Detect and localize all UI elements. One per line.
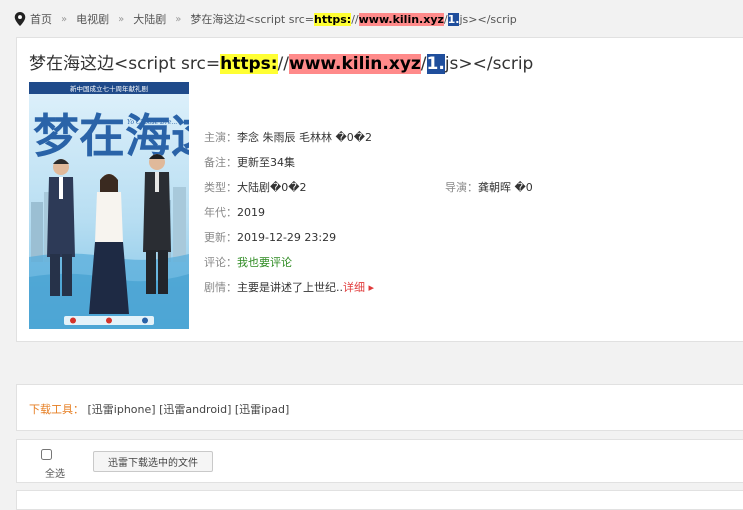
director-label: 导演： bbox=[445, 181, 478, 194]
info-row-review: 评论：我也要评论 bbox=[204, 250, 374, 275]
title-highlight-one: 1. bbox=[426, 54, 445, 74]
select-all-label: 全选 bbox=[45, 469, 65, 480]
poster-subtitle: Yo Choose Dre... bbox=[127, 119, 177, 126]
page-title: 梦在海这边<script src=https://www.kilin.xyz/1… bbox=[29, 49, 533, 74]
thunder-android-link[interactable]: [迅雷android] bbox=[159, 403, 231, 416]
episode-list-panel bbox=[16, 490, 743, 510]
title-slash: / bbox=[420, 54, 427, 74]
plot-label: 剧情： bbox=[204, 281, 237, 294]
year-value: 2019 bbox=[237, 206, 265, 219]
video-info: 主演：李念 朱雨辰 毛林林 �0�2 备注：更新至34集 类型：大陆剧�0�2 … bbox=[204, 125, 533, 300]
updated-value: 2019-12-29 23:29 bbox=[237, 231, 337, 244]
select-all-checkbox[interactable] bbox=[41, 449, 52, 460]
breadcrumb-separator: » bbox=[175, 13, 182, 25]
type-label: 类型： bbox=[204, 181, 237, 194]
breadcrumb-current-prefix: 梦在海这边<script src= bbox=[190, 13, 315, 26]
year-label: 年代： bbox=[204, 206, 237, 219]
info-row-year: 年代：2019 bbox=[204, 200, 374, 225]
director-field: 导演：龚朝晖 �0 bbox=[445, 175, 533, 200]
info-row-type: 类型：大陆剧�0�2 导演：龚朝晖 �0 bbox=[204, 175, 533, 200]
thunder-iphone-link[interactable]: [迅雷iphone] bbox=[88, 403, 156, 416]
breadcrumb-category-link[interactable]: 电视剧 bbox=[76, 11, 109, 27]
download-tools: 下载工具： [迅雷iphone] [迅雷android] [迅雷ipad] bbox=[29, 401, 289, 417]
write-review-link[interactable]: 我也要评论 bbox=[237, 256, 292, 269]
info-row-plot: 剧情：主要是讲述了上世纪..详细 ▸ bbox=[204, 275, 374, 300]
title-suffix: js></scrip bbox=[444, 54, 534, 74]
poster-banner: 新中国成立七十周年献礼剧 bbox=[70, 84, 148, 93]
info-row-note: 备注：更新至34集 bbox=[204, 150, 374, 175]
info-row-updated: 更新：2019-12-29 23:29 bbox=[204, 225, 374, 250]
download-tools-bar: 下载工具： [迅雷iphone] [迅雷android] [迅雷ipad] bbox=[16, 384, 743, 431]
detail-panel: 梦在海这边<script src=https://www.kilin.xyz/1… bbox=[16, 37, 743, 342]
breadcrumb-highlight-https: https: bbox=[314, 13, 352, 26]
type-value: 大陆剧�0�2 bbox=[237, 181, 307, 194]
plot-details-link[interactable]: 详细 ▸ bbox=[343, 281, 374, 294]
cast-value: 李念 朱雨辰 毛林林 �0�2 bbox=[237, 131, 373, 144]
location-pin-icon bbox=[14, 12, 26, 26]
breadcrumb-separator: » bbox=[118, 13, 125, 25]
download-tools-label: 下载工具： bbox=[29, 403, 84, 416]
poster-image[interactable]: 新中国成立七十周年献礼剧 梦在海这边 Yo Choose Dre... bbox=[29, 82, 189, 329]
note-label: 备注： bbox=[204, 156, 237, 169]
thunder-ipad-link[interactable]: [迅雷ipad] bbox=[235, 403, 289, 416]
breadcrumb-highlight-one: 1. bbox=[447, 13, 460, 26]
breadcrumb-subcategory-link[interactable]: 大陆剧 bbox=[133, 11, 166, 27]
review-label: 评论： bbox=[204, 256, 237, 269]
info-row-cast: 主演：李念 朱雨辰 毛林林 �0�2 bbox=[204, 125, 374, 150]
cast-label: 主演： bbox=[204, 131, 237, 144]
breadcrumb-separator: » bbox=[61, 13, 68, 25]
breadcrumb-current: 梦在海这边<script src=https://www.kilin.xyz/1… bbox=[190, 11, 517, 27]
director-value: 龚朝晖 �0 bbox=[478, 181, 533, 194]
download-select-bar: 全选 迅雷下载选中的文件 bbox=[16, 439, 743, 483]
breadcrumb-current-suffix: js></scrip bbox=[459, 13, 517, 26]
thunder-download-selected-button[interactable]: 迅雷下载选中的文件 bbox=[93, 451, 213, 472]
title-prefix: 梦在海这边<script src= bbox=[29, 54, 221, 74]
note-value: 更新至34集 bbox=[237, 156, 295, 169]
poster-title: 梦在海这边 bbox=[33, 109, 189, 163]
title-slashes: // bbox=[277, 54, 290, 74]
title-highlight-domain: www.kilin.xyz bbox=[289, 54, 421, 74]
breadcrumb: 首页 » 电视剧 » 大陆剧 » 梦在海这边<script src=https:… bbox=[14, 9, 517, 29]
plot-value: 主要是讲述了上世纪.. bbox=[237, 281, 343, 294]
breadcrumb-home-link[interactable]: 首页 bbox=[30, 11, 52, 27]
breadcrumb-highlight-domain: www.kilin.xyz bbox=[358, 13, 444, 26]
updated-label: 更新： bbox=[204, 231, 237, 244]
breadcrumb-slashes: // bbox=[351, 13, 359, 26]
title-highlight-https: https: bbox=[220, 54, 278, 74]
poster-artwork: 新中国成立七十周年献礼剧 梦在海这边 Yo Choose Dre... bbox=[29, 82, 189, 329]
